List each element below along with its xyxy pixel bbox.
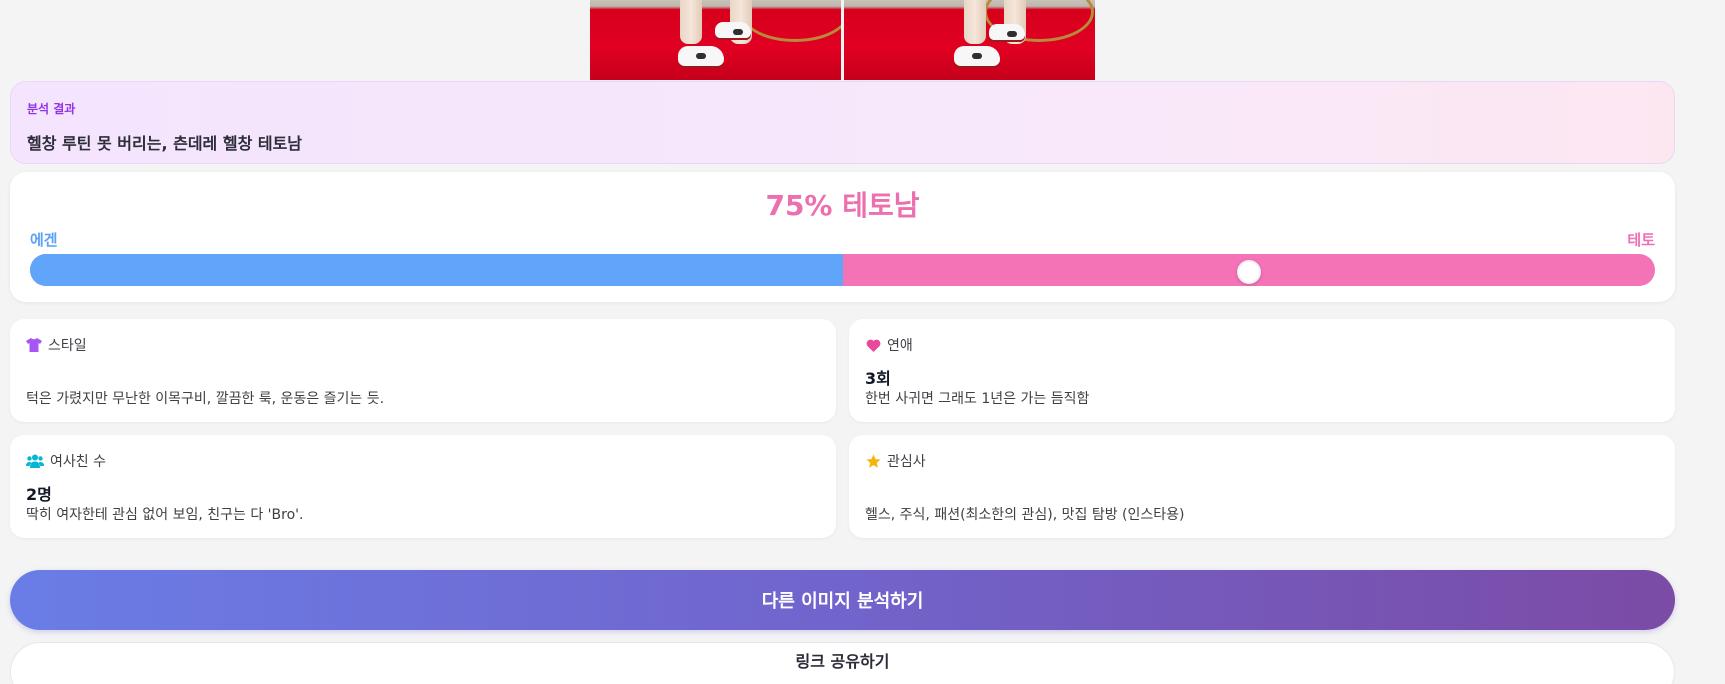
photo-right (844, 0, 1095, 80)
female-friends-label: 여사친 수 (50, 454, 106, 470)
egen-teto-meter-card: 75% 테토남 에겐 테토 (10, 172, 1675, 302)
interests-label: 관심사 (887, 454, 926, 470)
female-friends-card: 여사친 수 2명 딱히 여자한테 관심 없어 보임, 친구는 다 'Bro'. (10, 435, 836, 538)
meter-headline: 75% 테토남 (765, 189, 920, 222)
meter-label-egen: 에겐 (30, 231, 58, 249)
style-card: 스타일 턱은 가렸지만 무난한 이목구비, 깔끔한 룩, 운동은 즐기는 듯. (10, 319, 836, 422)
meter-bar (30, 254, 1655, 286)
love-value: 3회 (865, 369, 891, 388)
users-icon (26, 453, 44, 469)
love-card: 연애 3회 한번 사귀면 그래도 1년은 가는 듬직함 (849, 319, 1675, 422)
star-icon (865, 453, 881, 469)
meter-label-teto: 테토 (1627, 231, 1655, 249)
meter-bar-egen-segment (30, 254, 843, 286)
heart-icon (865, 337, 881, 353)
shirt-icon (26, 337, 42, 353)
style-value (26, 365, 820, 385)
interests-desc: 헬스, 주식, 패션(최소한의 관심), 맛집 탐방 (인스타용) (865, 507, 1185, 523)
result-title: 헬창 루틴 못 버리는, 츤데레 헬창 테토남 (27, 134, 303, 153)
female-friends-desc: 딱히 여자한테 관심 없어 보임, 친구는 다 'Bro'. (26, 507, 304, 523)
interests-value (865, 481, 1659, 501)
uploaded-photos (590, 0, 1095, 80)
analysis-result-card: 분석 결과 헬창 루틴 못 버리는, 츤데레 헬창 테토남 (10, 81, 1675, 164)
share-link-button[interactable]: 링크 공유하기 (10, 642, 1675, 684)
love-label: 연애 (887, 338, 913, 354)
female-friends-value: 2명 (26, 485, 52, 504)
style-label: 스타일 (48, 338, 87, 354)
interests-card: 관심사 헬스, 주식, 패션(최소한의 관심), 맛집 탐방 (인스타용) (849, 435, 1675, 538)
result-label: 분석 결과 (27, 102, 76, 116)
meter-handle (1236, 260, 1261, 284)
analyze-another-image-button[interactable]: 다른 이미지 분석하기 (10, 570, 1675, 630)
photo-left (590, 0, 841, 80)
love-desc: 한번 사귀면 그래도 1년은 가는 듬직함 (865, 391, 1090, 407)
style-desc: 턱은 가렸지만 무난한 이목구비, 깔끔한 룩, 운동은 즐기는 듯. (26, 391, 385, 407)
